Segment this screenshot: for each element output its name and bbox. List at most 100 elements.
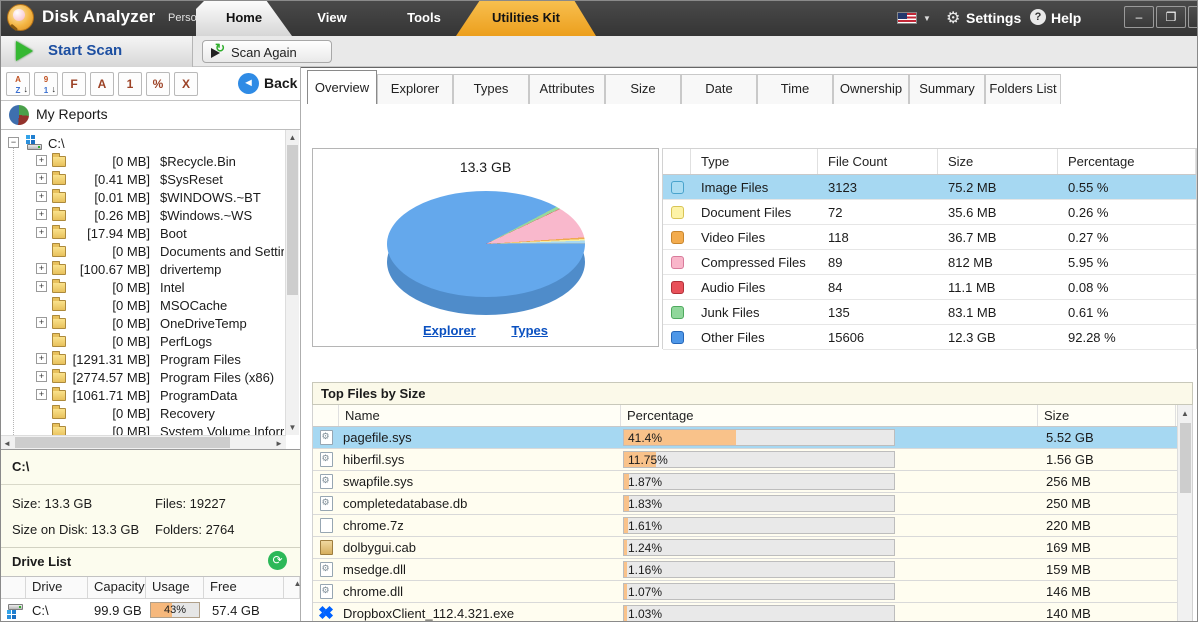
scan-again-button[interactable]: Scan Again xyxy=(202,40,332,63)
back-icon[interactable]: ◄ xyxy=(238,73,259,94)
file-row[interactable]: msedge.dll1.16%159 MB xyxy=(313,559,1192,581)
tree-root-item[interactable]: − C:\ xyxy=(0,134,284,152)
tree-horizontal-scrollbar[interactable]: ◄ ► xyxy=(0,435,286,449)
help-icon[interactable]: ? xyxy=(1030,9,1046,25)
settings-button[interactable]: Settings xyxy=(966,10,1021,26)
expand-toggle-icon[interactable]: + xyxy=(36,317,47,328)
file-row[interactable]: hiberfil.sys11.75%1.56 GB xyxy=(313,449,1192,471)
sort-button-filter-f[interactable]: F xyxy=(62,72,86,96)
scroll-up-icon[interactable]: ▲ xyxy=(286,133,299,142)
back-button[interactable]: Back xyxy=(264,75,297,91)
file-row[interactable]: chrome.dll1.07%146 MB xyxy=(313,581,1192,603)
file-row[interactable]: completedatabase.db1.83%250 MB xyxy=(313,493,1192,515)
tree-item[interactable]: [0 MB]MSOCache xyxy=(0,296,284,314)
column-file-count[interactable]: File Count xyxy=(818,149,938,174)
tab-size[interactable]: Size xyxy=(605,74,681,104)
types-link[interactable]: Types xyxy=(511,323,548,338)
scroll-left-icon[interactable]: ◄ xyxy=(2,439,12,448)
scroll-up-icon[interactable]: ▲ xyxy=(1178,409,1192,418)
column-drive[interactable]: Drive xyxy=(26,577,88,598)
tree-item[interactable]: +[1061.71 MB]ProgramData xyxy=(0,386,284,404)
collapse-toggle-icon[interactable]: − xyxy=(8,137,19,148)
titlebar-tab-home[interactable]: Home xyxy=(196,0,292,36)
tree-item[interactable]: +[0 MB]OneDriveTemp xyxy=(0,314,284,332)
drive-row[interactable]: C:\99.9 GB43%57.4 GB xyxy=(0,599,300,621)
refresh-icon[interactable]: ⟳ xyxy=(268,551,287,570)
tree-item[interactable]: +[0 MB]Intel xyxy=(0,278,284,296)
column-free[interactable]: Free xyxy=(204,577,284,598)
scroll-down-icon[interactable]: ▼ xyxy=(286,423,299,432)
column-capacity[interactable]: Capacity xyxy=(88,577,146,598)
tree-item[interactable]: +[0.26 MB]$Windows.~WS xyxy=(0,206,284,224)
tab-time[interactable]: Time xyxy=(757,74,833,104)
my-reports-item[interactable]: My Reports xyxy=(0,101,300,130)
tree-item[interactable]: [0 MB]Documents and Settir xyxy=(0,242,284,260)
tree-item[interactable]: +[0.41 MB]$SysReset xyxy=(0,170,284,188)
start-scan-button[interactable]: Start Scan xyxy=(0,36,193,67)
sort-button-filter-1[interactable]: 1 xyxy=(118,72,142,96)
file-row[interactable]: chrome.7z1.61%220 MB xyxy=(313,515,1192,537)
sort-button-filter-a[interactable]: A xyxy=(90,72,114,96)
expand-toggle-icon[interactable]: + xyxy=(36,371,47,382)
tab-summary[interactable]: Summary xyxy=(909,74,985,104)
tree-item[interactable]: +[0.01 MB]$WINDOWS.~BT xyxy=(0,188,284,206)
tree-item[interactable]: +[2774.57 MB]Program Files (x86) xyxy=(0,368,284,386)
sort-button-sort-az[interactable]: AZ↓ xyxy=(6,72,30,96)
expand-toggle-icon[interactable]: + xyxy=(36,209,47,220)
top-files-scrollbar[interactable]: ▲ xyxy=(1177,405,1192,622)
expand-toggle-icon[interactable]: + xyxy=(36,389,47,400)
close-button[interactable]: ✕ xyxy=(1188,6,1198,28)
expand-toggle-icon[interactable]: + xyxy=(36,227,47,238)
titlebar-tab-utilities-kit[interactable]: Utilities Kit xyxy=(456,0,596,36)
type-row[interactable]: Compressed Files89812 MB5.95 % xyxy=(663,250,1196,275)
column-percentage[interactable]: Percentage xyxy=(621,405,1038,426)
chevron-down-icon[interactable]: ▼ xyxy=(923,14,931,23)
tree-vertical-scrollbar[interactable]: ▲ ▼ xyxy=(285,130,299,435)
tree-item[interactable]: +[17.94 MB]Boot xyxy=(0,224,284,242)
tree-item[interactable]: [0 MB]Recovery xyxy=(0,404,284,422)
file-row[interactable]: DropboxClient_112.4.321.exe1.03%140 MB xyxy=(313,603,1192,622)
explorer-link[interactable]: Explorer xyxy=(423,323,476,338)
sort-button-sort-91[interactable]: 91↓ xyxy=(34,72,58,96)
type-row[interactable]: Document Files7235.6 MB0.26 % xyxy=(663,200,1196,225)
type-row[interactable]: Video Files11836.7 MB0.27 % xyxy=(663,225,1196,250)
sort-button-filter-percent[interactable]: % xyxy=(146,72,170,96)
column-percentage[interactable]: Percentage xyxy=(1058,149,1196,174)
tab-overview[interactable]: Overview xyxy=(307,70,377,105)
titlebar-tab-tools[interactable]: Tools xyxy=(392,0,456,36)
language-flag-icon[interactable] xyxy=(897,12,917,24)
column-size[interactable]: Size xyxy=(1038,405,1176,426)
tree-item[interactable]: +[0 MB]$Recycle.Bin xyxy=(0,152,284,170)
column-name[interactable]: Name xyxy=(339,405,621,426)
type-row[interactable]: Other Files1560612.3 GB92.28 % xyxy=(663,325,1196,350)
column-usage[interactable]: Usage xyxy=(146,577,204,598)
help-button[interactable]: Help xyxy=(1051,10,1081,26)
scroll-thumb[interactable] xyxy=(287,145,298,295)
tab-folders-list[interactable]: Folders List xyxy=(985,74,1061,104)
maximize-button[interactable]: ❐ xyxy=(1156,6,1186,28)
gear-icon[interactable]: ⚙ xyxy=(946,8,960,28)
tab-date[interactable]: Date xyxy=(681,74,757,104)
expand-toggle-icon[interactable]: + xyxy=(36,173,47,184)
expand-toggle-icon[interactable]: + xyxy=(36,155,47,166)
scroll-right-icon[interactable]: ► xyxy=(274,439,284,448)
tab-types[interactable]: Types xyxy=(453,74,529,104)
type-row[interactable]: Image Files312375.2 MB0.55 % xyxy=(663,175,1196,200)
tab-attributes[interactable]: Attributes xyxy=(529,74,605,104)
column-size[interactable]: Size xyxy=(938,149,1058,174)
file-row[interactable]: pagefile.sys41.4%5.52 GB xyxy=(313,427,1192,449)
expand-toggle-icon[interactable]: + xyxy=(36,263,47,274)
file-row[interactable]: swapfile.sys1.87%256 MB xyxy=(313,471,1192,493)
sort-button-filter-x[interactable]: X xyxy=(174,72,198,96)
tab-explorer[interactable]: Explorer xyxy=(377,74,453,104)
expand-toggle-icon[interactable]: + xyxy=(36,191,47,202)
scroll-thumb[interactable] xyxy=(1180,423,1191,493)
minimize-button[interactable]: – xyxy=(1124,6,1154,28)
drive-scrollbar[interactable]: ▲ xyxy=(284,577,300,598)
tab-ownership[interactable]: Ownership xyxy=(833,74,909,104)
scroll-thumb[interactable] xyxy=(15,437,230,448)
file-row[interactable]: dolbygui.cab1.24%169 MB xyxy=(313,537,1192,559)
expand-toggle-icon[interactable]: + xyxy=(36,353,47,364)
tree-item[interactable]: +[100.67 MB]drivertemp xyxy=(0,260,284,278)
tree-item[interactable]: [0 MB]PerfLogs xyxy=(0,332,284,350)
